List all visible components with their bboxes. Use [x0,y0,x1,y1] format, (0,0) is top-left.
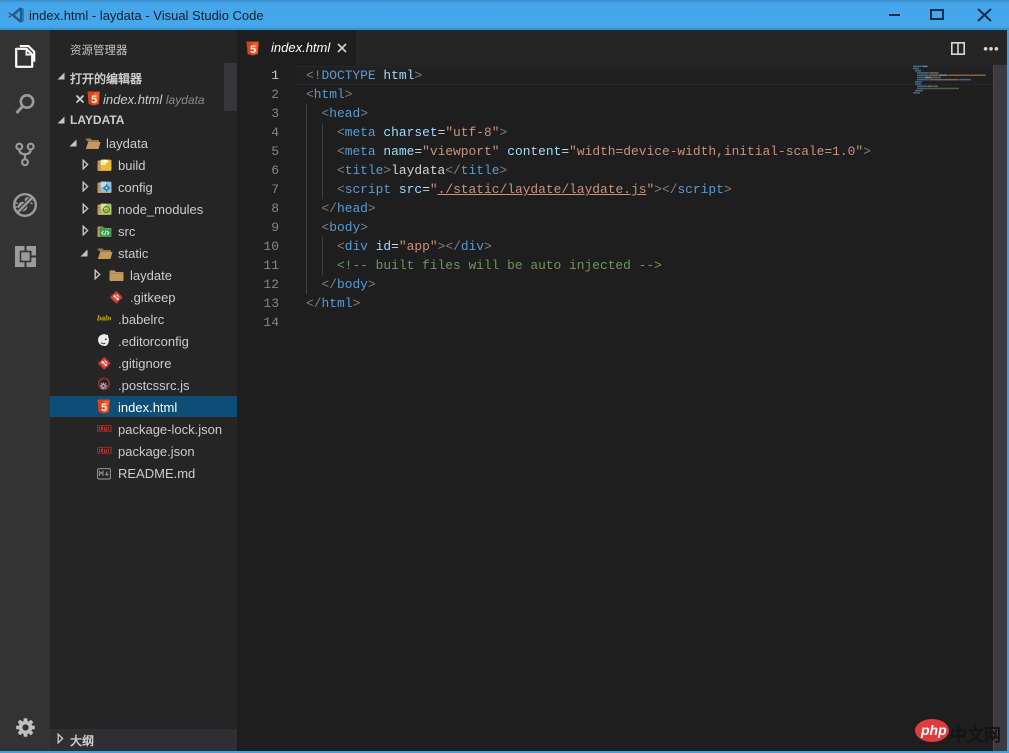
svg-text:babel: babel [97,316,111,323]
